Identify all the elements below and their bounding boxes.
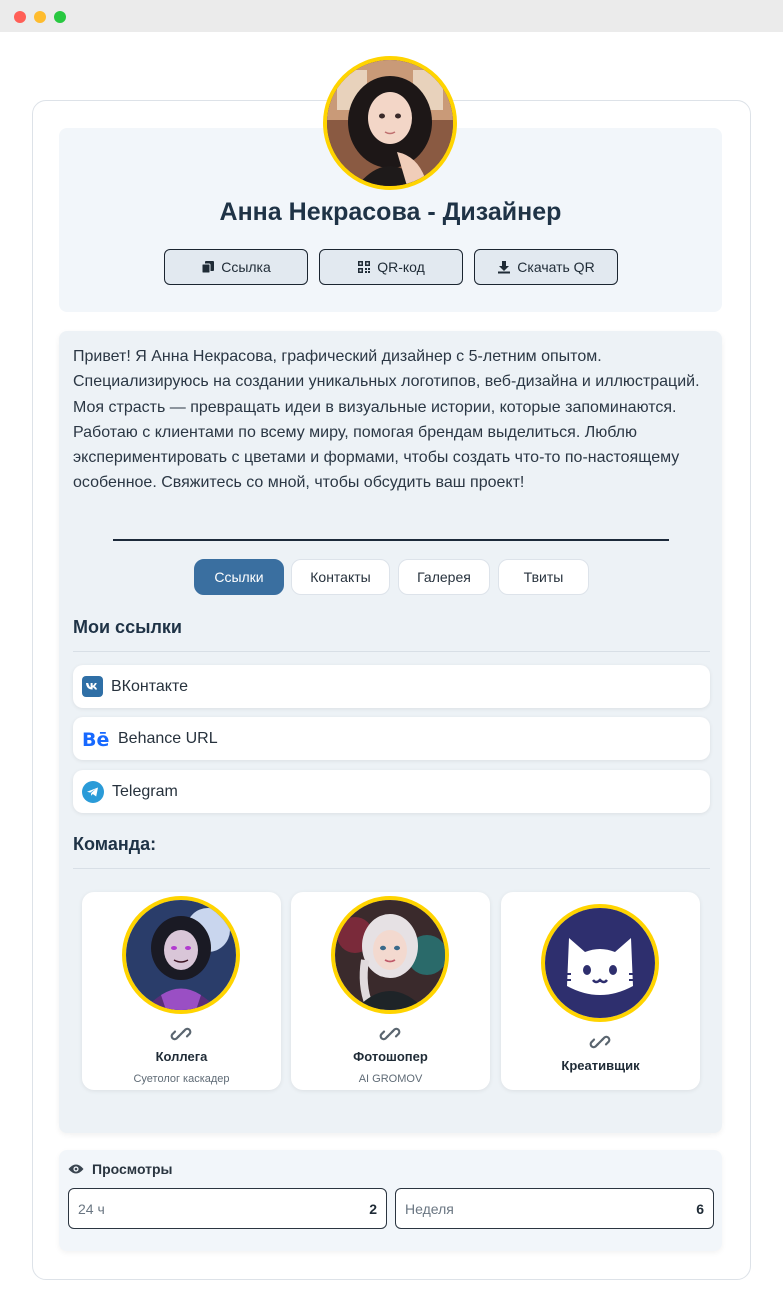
team-subtitle-colleague: Суетолог каскадер	[133, 1073, 230, 1085]
tab-tweets[interactable]: Твиты	[498, 559, 589, 595]
download-qr-label: Скачать QR	[517, 259, 595, 275]
profile-avatar	[323, 56, 457, 190]
team-avatar-creative	[541, 904, 659, 1022]
qr-code-button[interactable]: QR-код	[319, 249, 463, 285]
links-section-divider	[73, 651, 710, 652]
link-telegram[interactable]: Telegram	[73, 770, 710, 813]
team-role-colleague: Коллега	[155, 1049, 208, 1064]
team-avatar-colleague	[122, 896, 240, 1014]
team-card-creative[interactable]: Креативщик	[501, 892, 700, 1090]
close-window-button[interactable]	[14, 11, 26, 23]
views-stat-day-label: 24 ч	[78, 1200, 105, 1217]
bio-divider	[113, 539, 669, 541]
links-section-title: Мои ссылки	[73, 617, 182, 637]
avatar-anna-image	[327, 60, 453, 186]
download-qr-button[interactable]: Скачать QR	[474, 249, 618, 285]
behance-icon: Bē	[82, 730, 110, 748]
copy-link-label: Ссылка	[221, 259, 271, 275]
eye-icon	[68, 1164, 84, 1174]
copy-icon	[201, 261, 215, 274]
link-chain-icon	[589, 1035, 611, 1049]
link-vkontakte-label: ВКонтакте	[111, 677, 188, 695]
views-title: Просмотры	[92, 1161, 173, 1177]
telegram-icon	[82, 780, 104, 803]
minimize-window-button[interactable]	[34, 11, 46, 23]
team-card-colleague[interactable]: Коллега Суетолог каскадер	[82, 892, 281, 1090]
link-chain-icon	[379, 1027, 401, 1041]
link-behance-label: Behance URL	[118, 729, 218, 747]
views-header: Просмотры	[68, 1161, 173, 1177]
qr-icon	[358, 261, 371, 273]
views-stat-week-value: 6	[696, 1200, 704, 1217]
qr-code-label: QR-код	[377, 259, 425, 275]
window-titlebar	[0, 0, 783, 32]
views-stat-week-label: Неделя	[405, 1200, 454, 1217]
tab-gallery[interactable]: Галерея	[398, 559, 490, 595]
tab-links[interactable]: Ссылки	[194, 559, 284, 595]
team-role-creative: Креативщик	[561, 1058, 640, 1073]
download-icon	[498, 261, 511, 274]
team-avatar-photoshoper	[331, 896, 449, 1014]
copy-link-button[interactable]: Ссылка	[164, 249, 308, 285]
vk-icon	[82, 676, 103, 697]
views-stat-day-value: 2	[369, 1200, 377, 1217]
team-section-title: Команда:	[73, 834, 157, 854]
profile-name: Анна Некрасова - Дизайнер	[219, 198, 562, 226]
views-stat-day: 24 ч 2	[68, 1188, 387, 1229]
team-role-photoshoper: Фотошопер	[353, 1049, 428, 1064]
tab-contacts[interactable]: Контакты	[291, 559, 390, 595]
maximize-window-button[interactable]	[54, 11, 66, 23]
svg-text:Bē: Bē	[82, 730, 109, 748]
link-behance[interactable]: Bē Behance URL	[73, 717, 710, 760]
link-vkontakte[interactable]: ВКонтакте	[73, 665, 710, 708]
team-section-divider	[73, 868, 710, 869]
link-chain-icon	[170, 1027, 192, 1041]
bio-text: Привет! Я Анна Некрасова, графический ди…	[73, 348, 700, 492]
team-card-photoshoper[interactable]: Фотошопер AI GROMOV	[291, 892, 490, 1090]
link-telegram-label: Telegram	[112, 782, 178, 800]
team-subtitle-photoshoper: AI GROMOV	[358, 1073, 423, 1085]
views-stat-week: Неделя 6	[395, 1188, 714, 1229]
